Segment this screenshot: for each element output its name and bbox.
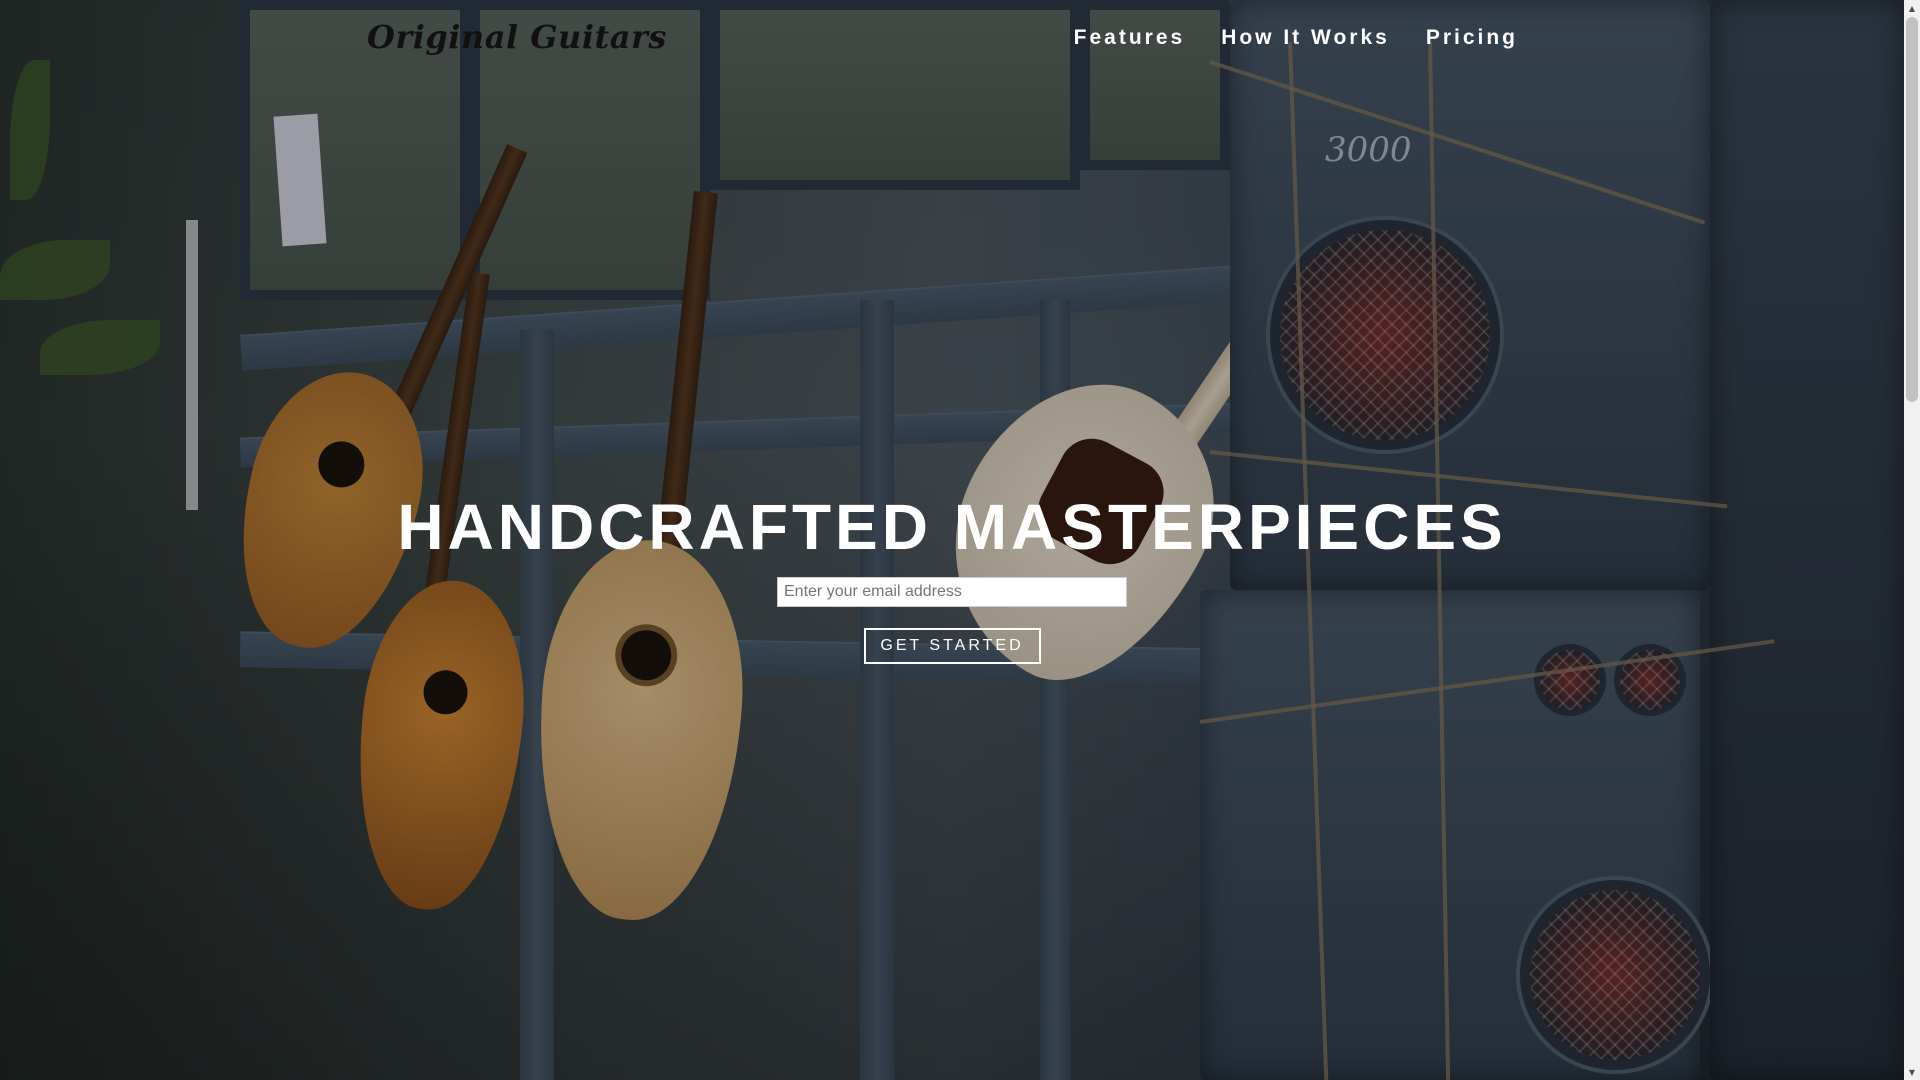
triangle-up-icon: ▲ — [1908, 3, 1916, 13]
site-logo[interactable]: Original Guitars — [367, 18, 667, 56]
triangle-down-icon: ▼ — [1908, 1067, 1916, 1077]
scroll-down-button[interactable]: ▼ — [1904, 1064, 1920, 1080]
vertical-scrollbar[interactable]: ▲ ▼ — [1904, 0, 1920, 1080]
hero-section: HANDCRAFTED MASTERPIECES GET STARTED — [0, 485, 1904, 664]
email-input[interactable] — [777, 577, 1127, 607]
site-header: Original Guitars Features How It Works P… — [0, 0, 1904, 80]
nav-link-how-it-works[interactable]: How It Works — [1221, 26, 1390, 50]
get-started-button[interactable]: GET STARTED — [863, 628, 1041, 664]
scrollbar-thumb[interactable] — [1906, 17, 1918, 402]
hero-title: HANDCRAFTED MASTERPIECES — [397, 491, 1507, 563]
page-viewport: 3000 Original Guitars Features How It Wo… — [0, 0, 1904, 1080]
main-nav: Features How It Works Pricing — [1074, 26, 1518, 50]
nav-link-features[interactable]: Features — [1074, 26, 1186, 50]
nav-link-pricing[interactable]: Pricing — [1426, 26, 1518, 50]
scroll-up-button[interactable]: ▲ — [1904, 0, 1920, 16]
